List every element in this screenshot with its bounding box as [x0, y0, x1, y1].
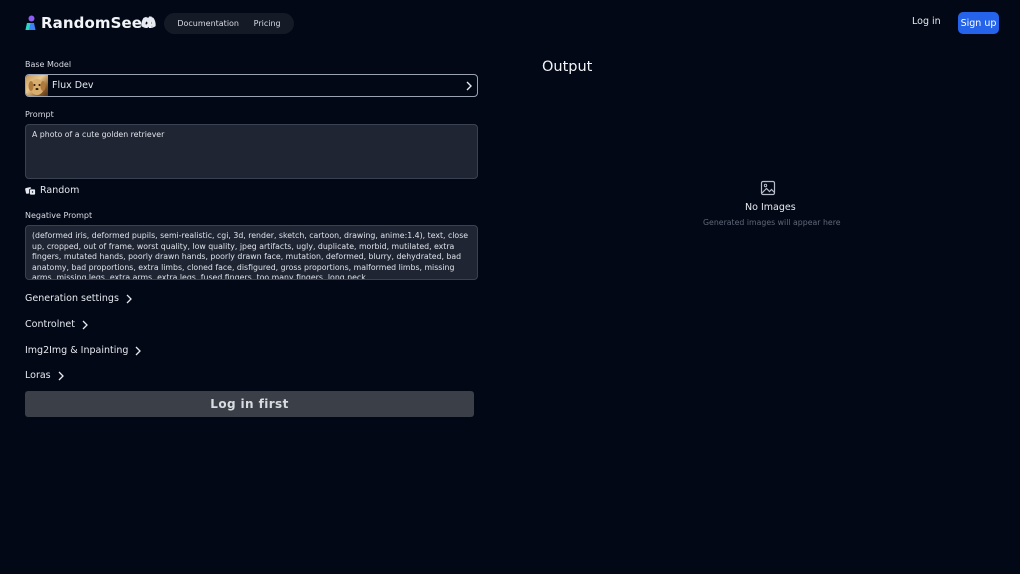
nav-pricing[interactable]: Pricing: [254, 19, 281, 28]
section-label: Generation settings: [25, 293, 119, 304]
top-navbar: RandomSeed Documentation Pricing Log in …: [0, 0, 1020, 46]
brand-logo[interactable]: RandomSeed: [24, 13, 153, 33]
brand-name: RandomSeed: [41, 14, 153, 32]
login-link[interactable]: Log in: [912, 16, 941, 27]
prompt-textarea[interactable]: A photo of a cute golden retriever: [25, 124, 478, 179]
random-label: Random: [40, 185, 80, 196]
chevron-right-icon: [82, 320, 88, 329]
base-model-value: Flux Dev: [52, 80, 94, 91]
random-prompt-button[interactable]: Random: [25, 185, 79, 196]
section-label: Controlnet: [25, 319, 75, 330]
dog-thumbnail-art: [28, 78, 46, 95]
section-label: Img2Img & Inpainting: [25, 345, 129, 356]
chevron-right-icon: [466, 81, 472, 90]
output-title: Output: [542, 59, 593, 75]
logo-icon: [25, 15, 36, 30]
chevron-right-icon: [135, 346, 142, 355]
nav-documentation[interactable]: Documentation: [177, 19, 239, 28]
section-label: Loras: [25, 370, 51, 381]
section-img2img-inpainting[interactable]: Img2Img & Inpainting: [25, 345, 142, 356]
section-controlnet[interactable]: Controlnet: [25, 319, 88, 330]
dice-icon: [25, 186, 36, 195]
base-model-label: Base Model: [25, 60, 72, 69]
negative-prompt-textarea[interactable]: (deformed iris, deformed pupils, semi-re…: [25, 225, 478, 280]
empty-state-subtitle: Generated images will appear here: [703, 218, 841, 227]
empty-state-title: No Images: [745, 202, 796, 213]
nav-links: Documentation Pricing: [164, 13, 294, 34]
base-model-select[interactable]: Flux Dev: [25, 74, 478, 97]
signup-button[interactable]: Sign up: [958, 12, 999, 34]
login-first-button[interactable]: Log in first: [25, 391, 474, 417]
model-thumbnail: [26, 75, 48, 96]
section-loras[interactable]: Loras: [25, 370, 64, 381]
discord-icon[interactable]: [141, 16, 156, 29]
section-generation-settings[interactable]: Generation settings: [25, 293, 132, 304]
negative-prompt-label: Negative Prompt: [25, 211, 93, 220]
chevron-right-icon: [58, 371, 64, 380]
chevron-right-icon: [126, 294, 132, 303]
image-icon: [760, 180, 776, 196]
prompt-label: Prompt: [25, 110, 54, 119]
